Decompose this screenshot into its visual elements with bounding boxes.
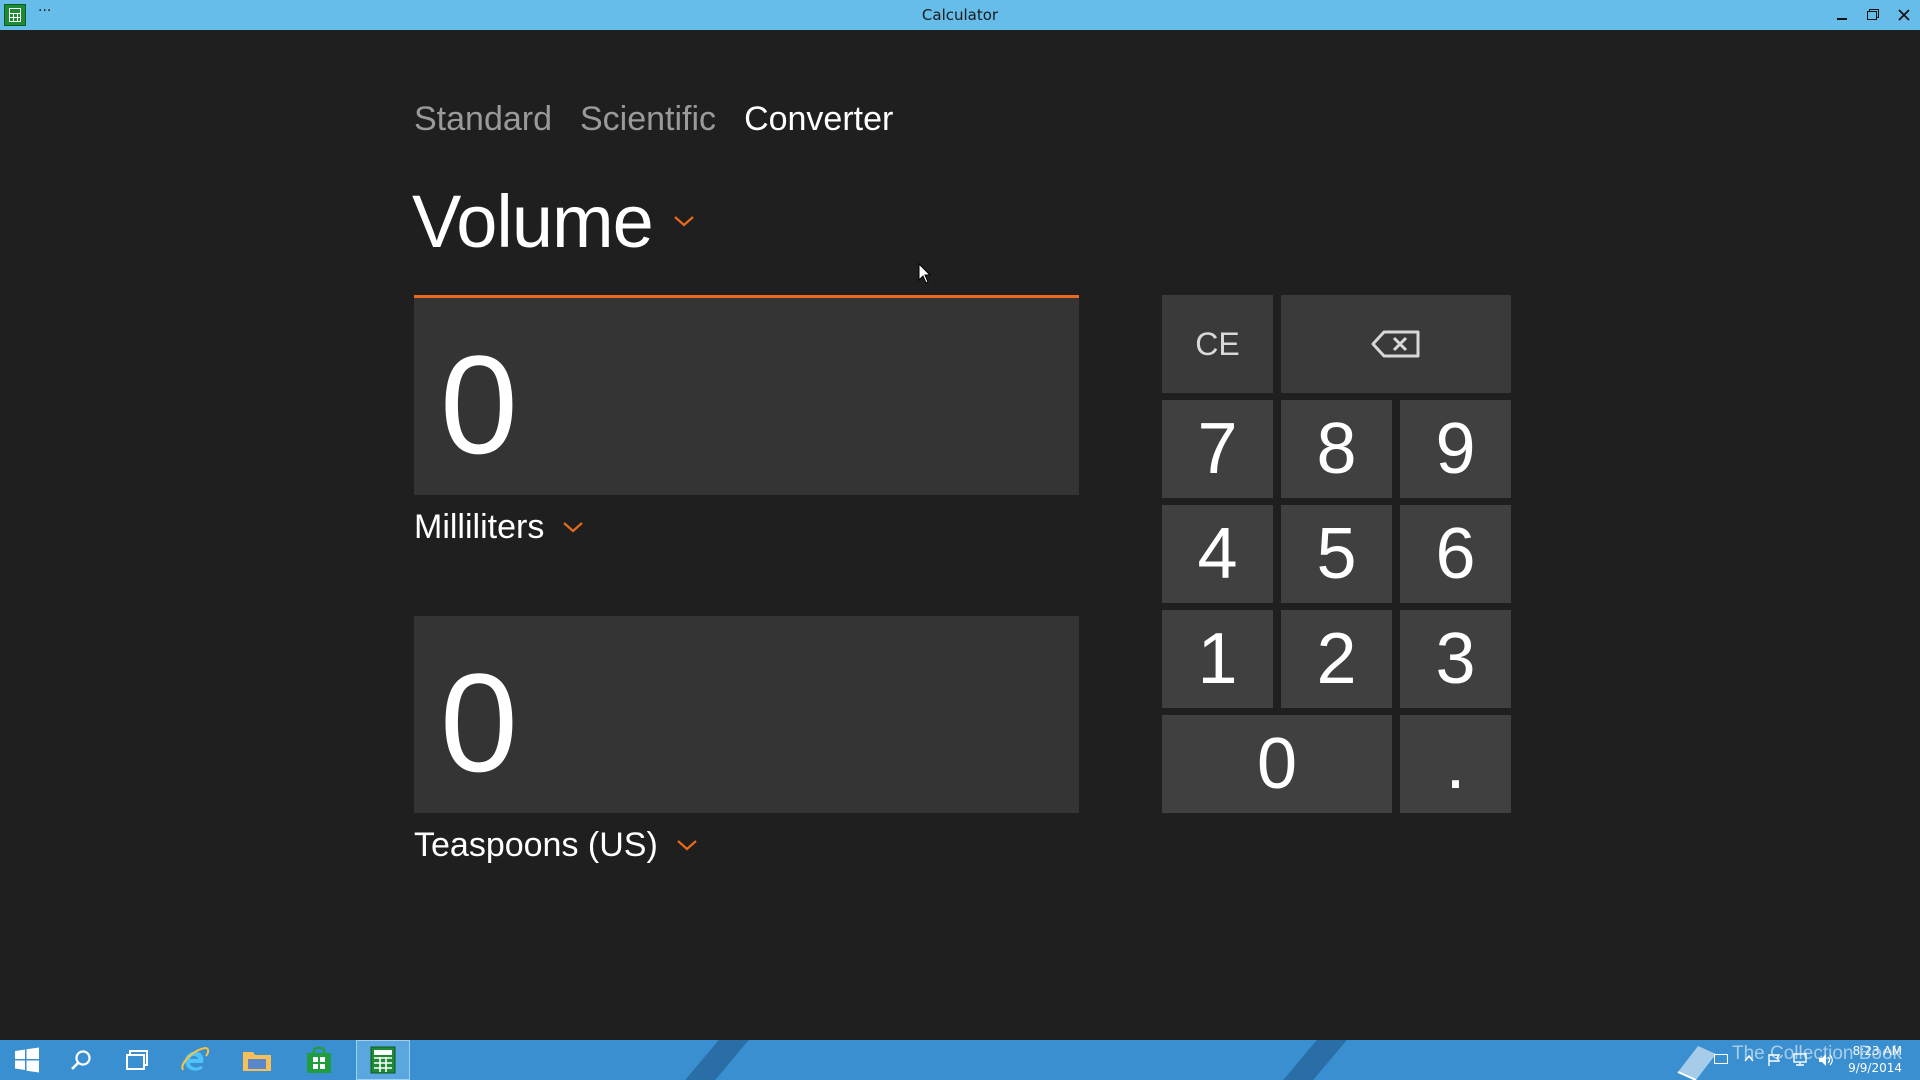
clear-entry-button[interactable]: CE — [1162, 295, 1273, 393]
notebook-watermark-icon — [1677, 1046, 1716, 1080]
chevron-up-icon[interactable] — [1744, 1054, 1754, 1062]
flag-icon[interactable] — [1768, 1053, 1780, 1067]
digit-5-button[interactable]: 5 — [1281, 505, 1392, 603]
chevron-down-icon — [562, 516, 584, 538]
calculator-taskbar-button[interactable] — [356, 1040, 410, 1080]
taskbar-clock-date[interactable]: 9/9/2014 — [1842, 1061, 1902, 1075]
minimize-icon — [1837, 18, 1847, 20]
search-icon — [71, 1050, 91, 1070]
to-unit-dropdown[interactable]: Teaspoons (US) — [414, 823, 698, 867]
restore-button[interactable] — [1860, 4, 1884, 26]
internet-explorer-icon — [181, 1046, 210, 1071]
task-view-icon — [126, 1050, 148, 1070]
start-button[interactable] — [0, 1040, 54, 1080]
store-icon — [307, 1046, 331, 1073]
digit-8-button[interactable]: 8 — [1281, 400, 1392, 498]
file-explorer-button[interactable] — [230, 1040, 284, 1080]
minimize-button[interactable] — [1830, 4, 1854, 26]
title-bar: ··· Calculator — [0, 0, 1920, 30]
internet-explorer-button[interactable] — [168, 1040, 222, 1080]
network-icon[interactable] — [1792, 1052, 1808, 1066]
tab-converter[interactable]: Converter — [744, 100, 893, 150]
task-view-button[interactable] — [110, 1040, 164, 1080]
to-value: 0 — [440, 644, 518, 801]
digit-6-button[interactable]: 6 — [1400, 505, 1511, 603]
tab-scientific[interactable]: Scientific — [580, 100, 716, 150]
chevron-down-icon — [676, 834, 698, 856]
store-button[interactable] — [292, 1040, 346, 1080]
tab-standard[interactable]: Standard — [414, 100, 552, 150]
volume-icon[interactable] — [1818, 1053, 1834, 1067]
decimal-button[interactable]: . — [1400, 715, 1511, 813]
mode-tabs: Standard Scientific Converter — [414, 100, 893, 150]
keyboard-icon[interactable] — [1714, 1054, 1728, 1064]
backspace-icon — [1371, 330, 1420, 358]
from-unit-dropdown[interactable]: Milliliters — [414, 505, 584, 549]
category-dropdown[interactable]: Volume — [412, 176, 695, 266]
digit-4-button[interactable]: 4 — [1162, 505, 1273, 603]
to-value-field[interactable]: 0 — [414, 616, 1079, 813]
digit-9-button[interactable]: 9 — [1400, 400, 1511, 498]
windows-logo-icon — [15, 1047, 39, 1073]
from-value: 0 — [440, 326, 518, 483]
calculator-icon — [370, 1046, 396, 1074]
from-unit-label: Milliliters — [414, 507, 545, 546]
taskbar-clock-time[interactable]: 8:23 AM — [1842, 1044, 1902, 1058]
digit-3-button[interactable]: 3 — [1400, 610, 1511, 708]
window-title: Calculator — [921, 6, 999, 24]
digit-7-button[interactable]: 7 — [1162, 400, 1273, 498]
search-button[interactable] — [54, 1040, 108, 1080]
digit-2-button[interactable]: 2 — [1281, 610, 1392, 708]
close-button[interactable] — [1892, 4, 1916, 26]
folder-icon — [243, 1052, 271, 1071]
chevron-down-icon — [673, 210, 695, 232]
backspace-button[interactable] — [1281, 295, 1511, 393]
taskbar: The Collection Book 8:23 AM 9/9/2014 — [0, 1040, 1920, 1080]
digit-0-button[interactable]: 0 — [1162, 715, 1392, 813]
to-unit-label: Teaspoons (US) — [414, 825, 658, 864]
mouse-pointer-icon — [918, 263, 932, 284]
digit-1-button[interactable]: 1 — [1162, 610, 1273, 708]
from-value-field[interactable]: 0 — [414, 298, 1079, 495]
close-icon — [1898, 9, 1910, 21]
category-label: Volume — [412, 179, 654, 263]
restore-icon — [1867, 10, 1877, 20]
